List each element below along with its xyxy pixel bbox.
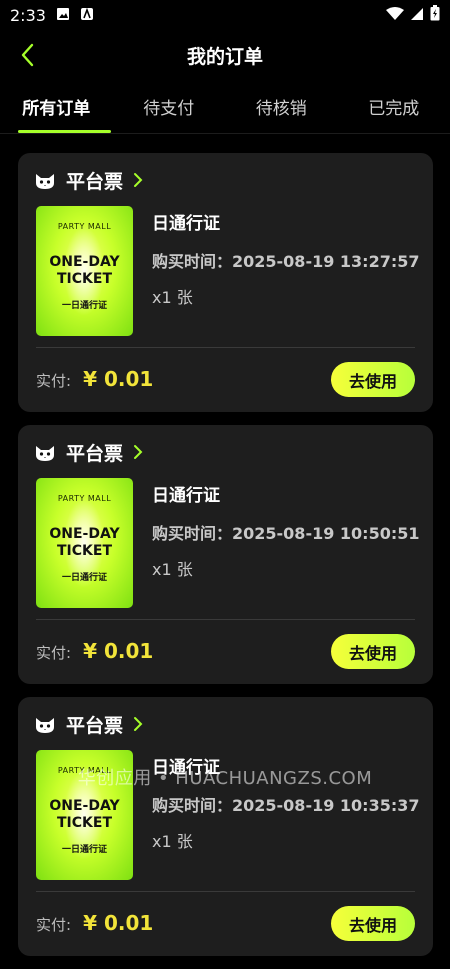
app-notification-icon (80, 6, 94, 25)
cat-logo-icon (34, 713, 56, 735)
status-bar: 2:33 (0, 0, 450, 30)
purchase-time: 购买时间：2025-08-19 13:27:57 (152, 248, 420, 272)
paid-label: 实付: (36, 642, 71, 663)
ticket-image[interactable]: PARTY MALL ONE-DAY TICKET 一日通行证 (36, 206, 133, 336)
tab-pending-payment[interactable]: 待支付 (113, 80, 226, 133)
back-button[interactable] (10, 38, 44, 72)
price-row: 实付: ¥ 0.01 (36, 639, 153, 663)
chevron-left-icon (20, 43, 34, 67)
order-tabs: 所有订单 待支付 待核销 已完成 (0, 80, 450, 134)
divider (36, 891, 415, 892)
ticket-subtitle: 一日通行证 (36, 570, 133, 583)
quantity: x1 张 (152, 556, 420, 580)
shop-name: 平台票 (66, 167, 123, 194)
page-title: 我的订单 (187, 42, 263, 69)
order-list: 平台票 PARTY MALL ONE-DAY TICKET 一日通行证 日通行证… (18, 153, 433, 969)
battery-charging-icon (430, 5, 440, 25)
quantity: x1 张 (152, 828, 420, 852)
product-name: 日通行证 (152, 481, 420, 506)
quantity: x1 张 (152, 284, 420, 308)
chevron-right-icon (133, 172, 143, 188)
wifi-icon (386, 6, 404, 25)
ticket-title: ONE-DAY TICKET (36, 254, 133, 288)
purchase-time: 购买时间：2025-08-19 10:50:51 (152, 520, 420, 544)
ticket-mall-text: PARTY MALL (36, 222, 133, 231)
app-header: 我的订单 (0, 30, 450, 80)
use-button[interactable]: 去使用 (331, 362, 415, 397)
ticket-subtitle: 一日通行证 (36, 842, 133, 855)
order-card: 平台票 PARTY MALL ONE-DAY TICKET 一日通行证 日通行证… (18, 425, 433, 684)
ticket-title: ONE-DAY TICKET (36, 798, 133, 832)
shop-link[interactable]: 平台票 (34, 437, 143, 467)
order-info: 日通行证 购买时间：2025-08-19 13:27:57 x1 张 (152, 207, 420, 308)
cat-logo-icon (34, 441, 56, 463)
paid-label: 实付: (36, 914, 71, 935)
ticket-image[interactable]: PARTY MALL ONE-DAY TICKET 一日通行证 (36, 478, 133, 608)
price-row: 实付: ¥ 0.01 (36, 367, 153, 391)
ticket-title: ONE-DAY TICKET (36, 526, 133, 560)
price: ¥ 0.01 (83, 639, 153, 663)
shop-link[interactable]: 平台票 (34, 165, 143, 195)
divider (36, 619, 415, 620)
ticket-subtitle: 一日通行证 (36, 298, 133, 311)
order-card: 平台票 PARTY MALL ONE-DAY TICKET 一日通行证 日通行证… (18, 153, 433, 412)
use-button[interactable]: 去使用 (331, 906, 415, 941)
tab-all-orders[interactable]: 所有订单 (0, 80, 113, 133)
product-name: 日通行证 (152, 209, 420, 234)
price-row: 实付: ¥ 0.01 (36, 911, 153, 935)
use-button[interactable]: 去使用 (331, 634, 415, 669)
purchase-time: 购买时间：2025-08-19 10:35:37 (152, 792, 420, 816)
price: ¥ 0.01 (83, 911, 153, 935)
price: ¥ 0.01 (83, 367, 153, 391)
tab-completed[interactable]: 已完成 (338, 80, 450, 133)
shop-link[interactable]: 平台票 (34, 709, 143, 739)
cat-logo-icon (34, 169, 56, 191)
divider (36, 347, 415, 348)
tab-pending-verification[interactable]: 待核销 (225, 80, 338, 133)
order-info: 日通行证 购买时间：2025-08-19 10:50:51 x1 张 (152, 479, 420, 580)
ticket-mall-text: PARTY MALL (36, 494, 133, 503)
shop-name: 平台票 (66, 711, 123, 738)
image-icon (56, 6, 70, 25)
chevron-right-icon (133, 444, 143, 460)
shop-name: 平台票 (66, 439, 123, 466)
watermark: 华创应用 • HUACHUANGZS.COM (0, 764, 450, 790)
paid-label: 实付: (36, 370, 71, 391)
chevron-right-icon (133, 716, 143, 732)
status-time: 2:33 (10, 6, 46, 25)
signal-icon (410, 6, 424, 25)
order-card: 平台票 PARTY MALL ONE-DAY TICKET 一日通行证 日通行证… (18, 697, 433, 956)
